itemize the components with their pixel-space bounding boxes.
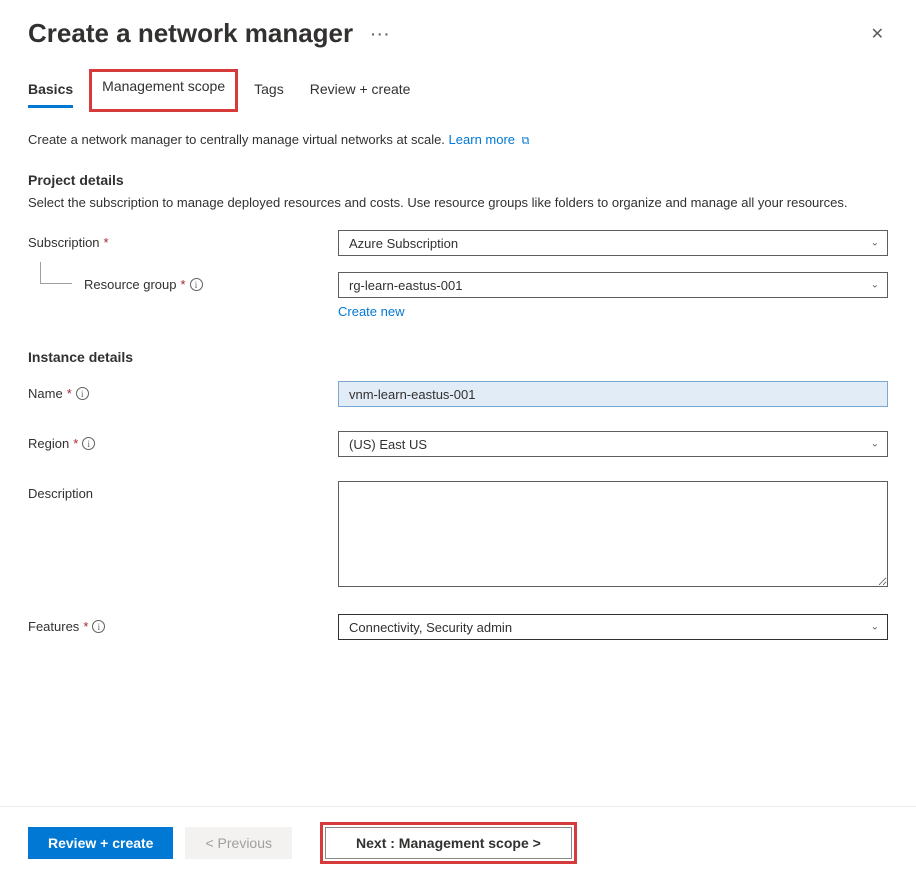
subscription-select[interactable]: Azure Subscription ⌄ — [338, 230, 888, 256]
chevron-down-icon: ⌄ — [871, 280, 879, 291]
intro-text: Create a network manager to centrally ma… — [28, 132, 449, 147]
name-label: Name — [28, 386, 63, 401]
required-indicator: * — [67, 386, 72, 401]
next-button-highlight: Next : Management scope > — [320, 822, 577, 864]
region-label: Region — [28, 436, 69, 451]
name-input[interactable]: vnm-learn-eastus-001 — [338, 381, 888, 407]
description-textarea[interactable] — [338, 481, 888, 587]
region-select[interactable]: (US) East US ⌄ — [338, 431, 888, 457]
info-icon[interactable]: i — [92, 620, 105, 633]
indent-line — [40, 262, 72, 284]
page-title: Create a network manager — [28, 18, 353, 49]
external-link-icon: ⧉ — [522, 135, 530, 148]
more-icon[interactable]: ··· — [371, 26, 391, 42]
chevron-down-icon: ⌄ — [871, 622, 879, 633]
footer-bar: Review + create < Previous Next : Manage… — [0, 806, 916, 880]
create-new-link[interactable]: Create new — [338, 304, 404, 319]
project-details-desc: Select the subscription to manage deploy… — [28, 194, 888, 212]
next-button[interactable]: Next : Management scope > — [325, 827, 572, 859]
required-indicator: * — [83, 619, 88, 634]
close-icon[interactable]: ✕ — [867, 20, 888, 48]
project-details-title: Project details — [28, 172, 888, 188]
required-indicator: * — [181, 277, 186, 292]
info-icon[interactable]: i — [82, 437, 95, 450]
review-create-button[interactable]: Review + create — [28, 827, 173, 859]
tab-management-scope[interactable]: Management scope — [89, 69, 238, 112]
subscription-label: Subscription — [28, 235, 100, 250]
description-label: Description — [28, 486, 93, 501]
features-select[interactable]: Connectivity, Security admin ⌄ — [338, 614, 888, 640]
resource-group-label: Resource group — [84, 277, 177, 292]
resource-group-select[interactable]: rg-learn-eastus-001 ⌄ — [338, 272, 888, 298]
info-icon[interactable]: i — [76, 387, 89, 400]
required-indicator: * — [73, 436, 78, 451]
chevron-down-icon: ⌄ — [871, 439, 879, 450]
tab-tags[interactable]: Tags — [254, 73, 284, 108]
instance-details-title: Instance details — [28, 349, 888, 365]
tabs-bar: Basics Management scope Tags Review + cr… — [0, 55, 916, 108]
features-label: Features — [28, 619, 79, 634]
info-icon[interactable]: i — [190, 278, 203, 291]
previous-button[interactable]: < Previous — [185, 827, 292, 859]
required-indicator: * — [104, 235, 109, 250]
learn-more-link[interactable]: Learn more ⧉ — [449, 132, 530, 147]
tab-review-create[interactable]: Review + create — [310, 73, 411, 108]
tab-basics[interactable]: Basics — [28, 73, 73, 108]
chevron-down-icon: ⌄ — [871, 238, 879, 249]
